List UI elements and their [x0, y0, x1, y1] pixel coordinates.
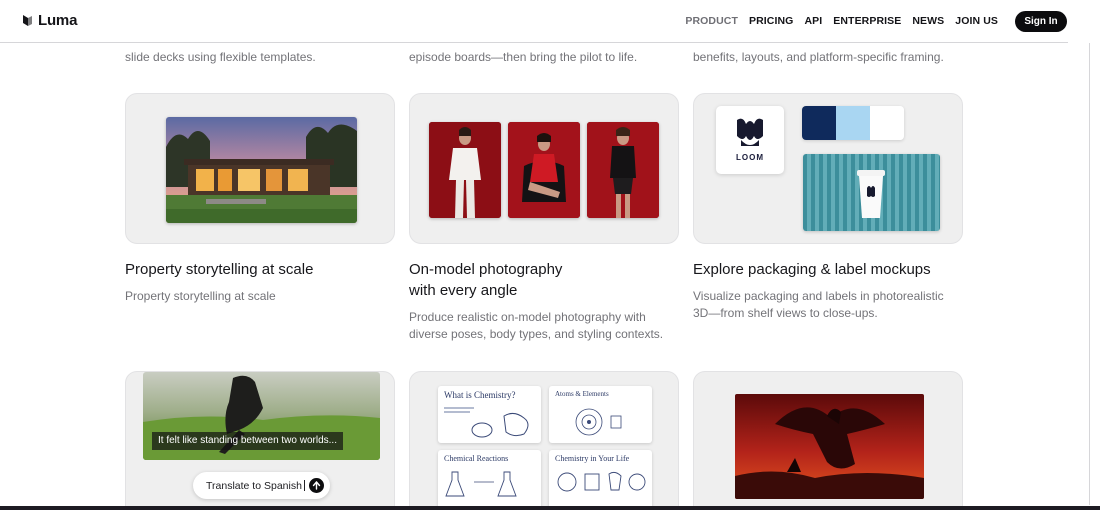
scrollbar-track[interactable] [1089, 43, 1090, 505]
property-card-image[interactable] [125, 93, 395, 244]
swatch-navy [802, 106, 836, 140]
everyday-chemistry-icon [557, 471, 646, 492]
nav-links: PRODUCT PRICING API ENTERPRISE NEWS JOIN… [685, 15, 998, 27]
chem-card-life: Chemistry in Your Life [549, 450, 652, 510]
nav-link-api[interactable]: API [804, 15, 822, 27]
loom-logo-icon [737, 118, 763, 146]
brand-name: Luma [38, 12, 78, 29]
chem-card-what-is: What is Chemistry? [438, 386, 541, 443]
chemistry-card-image[interactable]: What is Chemistry? Atoms & Elements Chem… [409, 371, 679, 510]
swatch-sky-blue [836, 106, 870, 140]
dragon-artwork [735, 394, 924, 499]
arrow-up-icon [312, 481, 321, 490]
video-translate-card-image[interactable]: It felt like standing between two worlds… [125, 371, 395, 510]
nav-link-join-us[interactable]: JOIN US [955, 15, 998, 27]
packaging-card-title[interactable]: Explore packaging & label mockups [693, 259, 963, 280]
nav-divider [0, 42, 1068, 43]
model-photo-black-outfit [587, 122, 659, 218]
coffee-cup-mockup [803, 154, 940, 231]
app-screens-card-description: benefits, layouts, and platform-specific… [693, 50, 944, 64]
nav-link-product[interactable]: PRODUCT [685, 15, 738, 27]
packaging-card-image[interactable]: LOOM [693, 93, 963, 244]
on-model-card-description-line-2: diverse poses, body types, and styling c… [409, 327, 664, 341]
fantasy-card-image[interactable] [693, 371, 963, 510]
top-nav: Luma PRODUCT PRICING API ENTERPRISE NEWS… [0, 0, 1100, 43]
color-swatches [802, 106, 904, 140]
property-card-title[interactable]: Property storytelling at scale [125, 259, 395, 280]
on-model-card-title-line-2[interactable]: with every angle [409, 280, 679, 301]
model-photo-red-dress [508, 122, 580, 218]
translate-prompt-input[interactable]: Translate to Spanish [193, 472, 330, 499]
text-cursor [303, 480, 305, 491]
brand-logo[interactable]: Luma [22, 12, 77, 29]
chem-card-atoms-title: Atoms & Elements [555, 390, 609, 398]
episode-card-description: episode boards—then bring the pilot to l… [409, 50, 638, 64]
swatch-white [870, 106, 904, 140]
chem-card-atoms: Atoms & Elements [549, 386, 652, 443]
loom-logo-card: LOOM [716, 106, 784, 174]
nav-link-news[interactable]: NEWS [912, 15, 944, 27]
on-model-card-title-line-1[interactable]: On-model photography [409, 259, 679, 280]
chem-card-what-is-title: What is Chemistry? [444, 390, 516, 400]
flask-icon [445, 471, 517, 497]
on-model-card-description-line-1: Produce realistic on-model photography w… [409, 310, 646, 324]
chemistry-illustration-icon [444, 407, 529, 438]
packaging-card-description-line-2: 3D—from shelf views to close-ups. [693, 306, 878, 320]
property-card-description: Property storytelling at scale [125, 289, 276, 303]
send-button[interactable] [309, 478, 324, 493]
nav-link-enterprise[interactable]: ENTERPRISE [833, 15, 901, 27]
translate-prompt-text: Translate to Spanish [206, 479, 302, 492]
nav-link-pricing[interactable]: PRICING [749, 15, 793, 27]
model-photo-white-suit [429, 122, 501, 218]
chem-card-life-title: Chemistry in Your Life [555, 454, 630, 463]
bottom-edge [0, 506, 1100, 510]
packaging-card-description-line-1: Visualize packaging and labels in photor… [693, 289, 944, 303]
slides-card-description: slide decks using flexible templates. [125, 50, 316, 64]
sign-in-button[interactable]: Sign In [1015, 11, 1067, 32]
atom-icon [575, 408, 622, 436]
chem-card-reactions-title: Chemical Reactions [444, 454, 509, 463]
loom-logo-text: LOOM [736, 153, 764, 162]
on-model-card-image[interactable] [409, 93, 679, 244]
house-photo [166, 117, 357, 223]
chem-card-reactions: Chemical Reactions [438, 450, 541, 510]
cup-icon [857, 170, 885, 218]
luma-logo-icon [23, 14, 32, 26]
video-caption: It felt like standing between two worlds… [152, 432, 343, 450]
